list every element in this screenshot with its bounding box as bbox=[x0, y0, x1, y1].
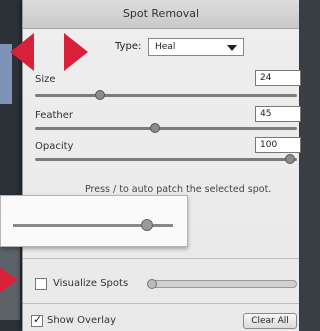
show-overlay-checkbox[interactable]: ✓ bbox=[31, 313, 43, 327]
auto-patch-hint: Press / to auto patch the selected spot. bbox=[85, 184, 272, 195]
opacity-slider[interactable] bbox=[35, 154, 297, 164]
visualize-slider-thumb[interactable] bbox=[147, 279, 157, 289]
size-slider-thumb[interactable] bbox=[95, 90, 105, 100]
panel-title: Spot Removal bbox=[23, 0, 299, 29]
feather-field[interactable]: 45 bbox=[255, 106, 301, 122]
type-dropdown-value: Heal bbox=[155, 42, 176, 52]
show-overlay-label: Show Overlay bbox=[47, 315, 117, 326]
popup-slider-thumb[interactable] bbox=[141, 219, 153, 231]
visualize-spots-checkbox[interactable] bbox=[35, 278, 47, 290]
divider bbox=[23, 303, 299, 304]
visualize-spots-label: Visualize Spots bbox=[53, 278, 129, 289]
size-slider[interactable] bbox=[35, 90, 297, 100]
feather-slider[interactable] bbox=[35, 123, 297, 133]
feather-label: Feather bbox=[35, 110, 74, 121]
type-label: Type: bbox=[115, 41, 142, 52]
size-label: Size bbox=[35, 74, 56, 85]
opacity-label: Opacity bbox=[35, 141, 74, 152]
opacity-field[interactable]: 100 bbox=[255, 137, 301, 153]
type-dropdown[interactable]: Heal bbox=[148, 38, 244, 56]
zoomed-slider-popup bbox=[0, 195, 188, 247]
divider bbox=[23, 258, 299, 259]
feather-slider-thumb[interactable] bbox=[150, 123, 160, 133]
annotation-arrow-right-icon bbox=[0, 266, 18, 294]
annotation-arrow-right-icon bbox=[64, 33, 88, 71]
check-icon: ✓ bbox=[33, 313, 43, 326]
chevron-down-icon bbox=[227, 45, 237, 51]
clear-all-button[interactable]: Clear All bbox=[243, 313, 297, 329]
annotation-arrow-left-icon bbox=[10, 33, 34, 71]
size-field[interactable]: 24 bbox=[255, 70, 301, 86]
opacity-slider-thumb[interactable] bbox=[285, 154, 295, 164]
visualize-slider[interactable] bbox=[151, 280, 297, 288]
